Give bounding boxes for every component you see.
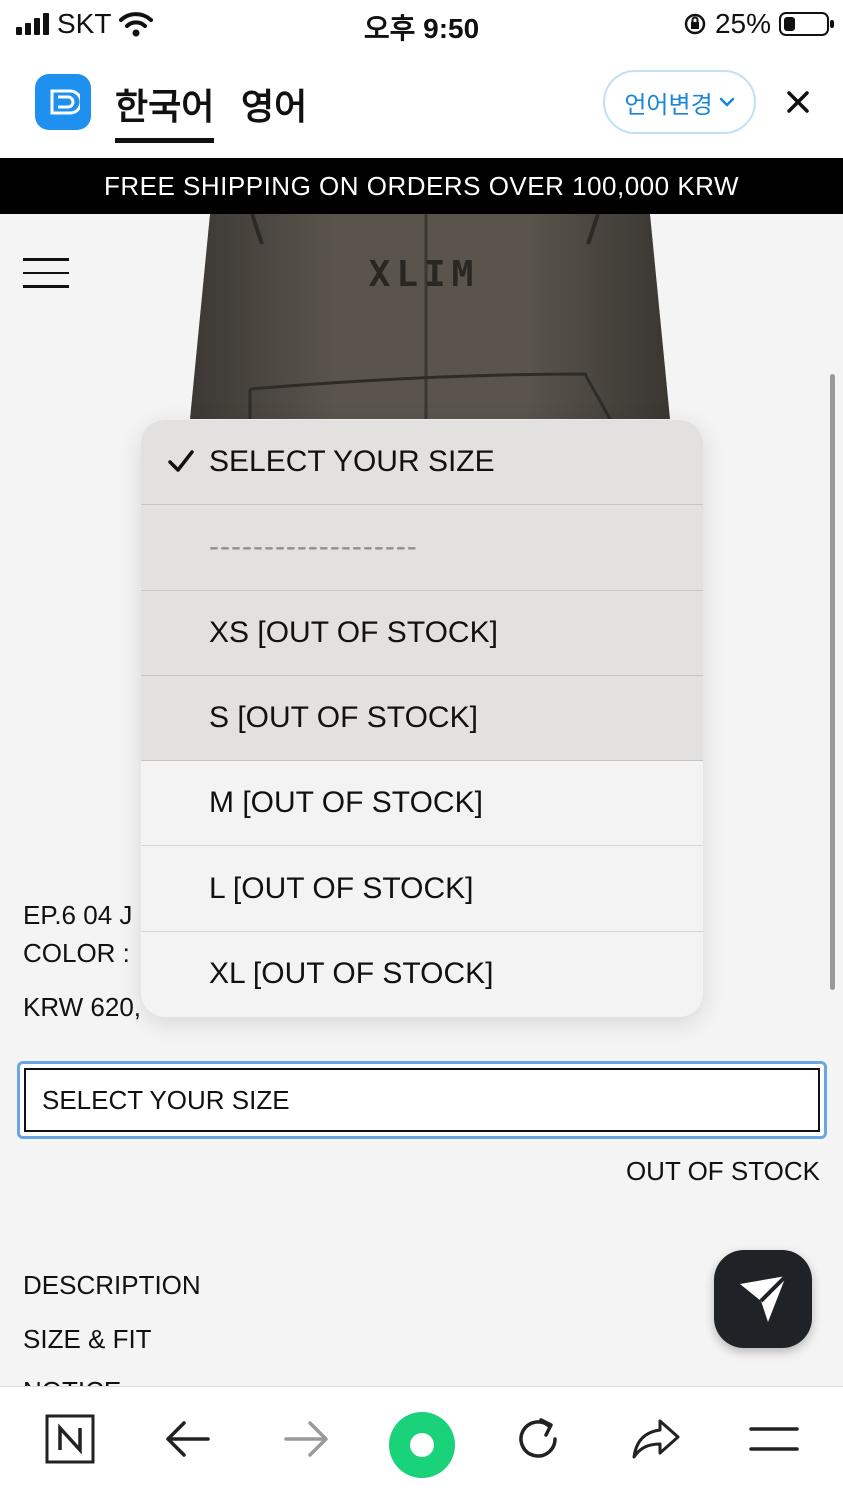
picker-option-label: SELECT YOUR SIZE <box>209 445 495 479</box>
share-arrow-icon <box>632 1419 680 1459</box>
product-price: KRW 620, <box>23 992 142 1022</box>
picker-option-label: L [OUT OF STOCK] <box>209 871 474 905</box>
shipping-banner: FREE SHIPPING ON ORDERS OVER 100,000 KRW <box>0 158 843 214</box>
tab-target-language[interactable]: 영어 <box>241 78 307 130</box>
menu-icon[interactable] <box>23 258 69 290</box>
tab-source-language[interactable]: 한국어 <box>115 78 215 143</box>
picker-option-l[interactable]: L [OUT OF STOCK] <box>141 846 703 932</box>
picker-option-s[interactable]: S [OUT OF STOCK] <box>141 676 703 762</box>
size-picker: SELECT YOUR SIZE ------------------- XS … <box>141 420 703 1017</box>
arrow-left-icon <box>166 1421 210 1457</box>
paper-plane-icon <box>740 1274 788 1322</box>
close-icon[interactable] <box>780 84 816 120</box>
product-image: XLIM <box>190 214 670 419</box>
hamburger-icon <box>749 1427 799 1451</box>
picker-option-label: XL [OUT OF STOCK] <box>209 957 494 991</box>
arrow-right-icon <box>284 1421 328 1457</box>
forward-button[interactable] <box>276 1409 336 1469</box>
refresh-icon <box>519 1418 557 1458</box>
picker-option-separator: ------------------- <box>141 505 703 591</box>
green-dot-icon <box>410 1433 434 1457</box>
picker-option-select-size[interactable]: SELECT YOUR SIZE <box>141 420 703 506</box>
size-fit-link[interactable]: SIZE & FIT <box>23 1324 152 1355</box>
scrollbar[interactable] <box>830 374 835 990</box>
size-select[interactable]: SELECT YOUR SIZE <box>17 1061 827 1139</box>
size-select-value: SELECT YOUR SIZE <box>24 1068 820 1132</box>
picker-option-xl[interactable]: XL [OUT OF STOCK] <box>141 931 703 1017</box>
refresh-button[interactable] <box>508 1409 568 1469</box>
battery-icon <box>779 12 834 36</box>
share-button[interactable] <box>626 1409 686 1469</box>
back-button[interactable] <box>158 1409 218 1469</box>
translation-bar: 한국어 영어 언어변경 <box>0 50 843 158</box>
change-language-button[interactable]: 언어변경 <box>603 70 756 134</box>
status-bar: SKT 오후 9:50 25% <box>0 0 843 50</box>
description-link[interactable]: DESCRIPTION <box>23 1270 201 1301</box>
checkmark-icon <box>168 450 194 472</box>
picker-option-label: M [OUT OF STOCK] <box>209 786 483 820</box>
change-language-label: 언어변경 <box>624 91 713 119</box>
naver-home-button[interactable] <box>40 1409 100 1469</box>
battery-percent: 25% <box>714 8 771 39</box>
product-name: EP.6 04 J <box>23 900 133 930</box>
status-right: 25% <box>683 8 834 40</box>
chevron-down-icon <box>719 97 734 107</box>
product-logo-text: XLIM <box>369 254 480 295</box>
translate-app-icon <box>35 74 91 130</box>
picker-option-xs[interactable]: XS [OUT OF STOCK] <box>141 591 703 676</box>
naver-icon <box>45 1414 95 1464</box>
notice-link[interactable]: NOTICE <box>23 1376 121 1386</box>
green-dot-button[interactable] <box>389 1412 455 1478</box>
picker-option-label: ------------------- <box>209 530 418 564</box>
product-color: COLOR : <box>23 938 130 968</box>
rotation-lock-icon <box>684 13 706 35</box>
picker-option-label: S [OUT OF STOCK] <box>209 701 478 735</box>
picker-option-label: XS [OUT OF STOCK] <box>209 615 498 649</box>
picker-option-m[interactable]: M [OUT OF STOCK] <box>141 761 703 847</box>
browser-toolbar <box>0 1386 843 1500</box>
menu-button[interactable] <box>744 1409 804 1469</box>
send-button[interactable] <box>714 1250 812 1348</box>
stock-status: OUT OF STOCK <box>625 1156 820 1186</box>
